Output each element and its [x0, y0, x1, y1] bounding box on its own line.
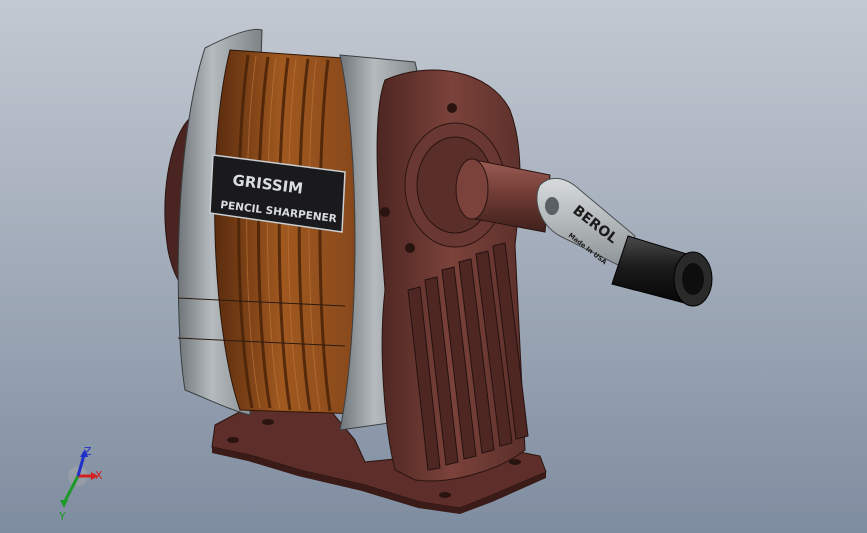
- x-axis-label: X: [95, 469, 103, 482]
- y-axis-label: Y: [58, 510, 66, 523]
- z-axis-label: Z: [84, 445, 92, 458]
- front-housing[interactable]: [376, 69, 529, 482]
- cad-graphics-viewport[interactable]: GRISSIM PENCIL SHARPENER BEROL Made In U…: [0, 0, 867, 533]
- sharpener-3d-model[interactable]: GRISSIM PENCIL SHARPENER BEROL Made In U…: [0, 0, 867, 533]
